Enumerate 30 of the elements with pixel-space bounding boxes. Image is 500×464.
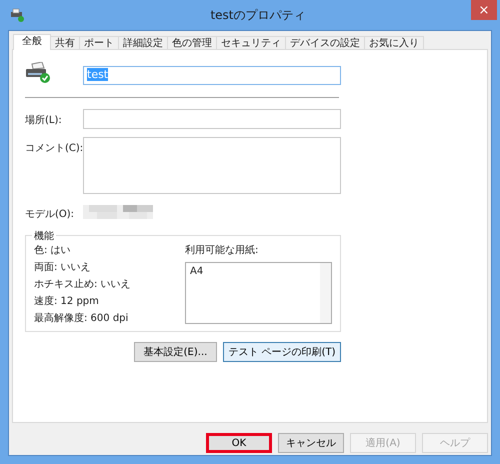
feature-text: 最高解像度: 600 dpi — [34, 313, 130, 325]
tab[interactable]: デバイスの設定 — [285, 36, 365, 50]
tab[interactable]: 詳細設定 — [118, 36, 168, 50]
group-title: 機能 — [32, 229, 56, 243]
dialog-button[interactable]: キャンセル — [278, 433, 344, 453]
comment-label: コメント(C): — [25, 142, 83, 155]
feature-text: 速度: 12 ppm — [34, 296, 100, 308]
feature-text: 色: はい — [34, 245, 72, 257]
dialog-button[interactable]: 基本設定(E)... — [134, 342, 217, 362]
comment-field[interactable] — [83, 137, 341, 194]
feature-text: 両面: いいえ — [34, 262, 92, 274]
printer-icon — [25, 62, 51, 84]
list-item[interactable]: A4 — [190, 266, 316, 278]
tab[interactable]: セキュリティ — [216, 36, 286, 50]
paper-label: 利用可能な用紙: — [185, 245, 260, 257]
paper-list[interactable]: A4 — [185, 262, 332, 324]
location-label: 場所(L): — [25, 114, 63, 127]
model-label: モデル(O): — [25, 208, 76, 221]
dialog-button[interactable]: テスト ページの印刷(T) — [223, 342, 341, 362]
window-title: testのプロパティ — [210, 6, 306, 24]
tab[interactable]: 共有 — [50, 36, 80, 50]
tab[interactable]: ポート — [79, 36, 119, 50]
close-button[interactable]: × — [471, 0, 497, 20]
dialog-button[interactable]: OK — [206, 433, 272, 453]
tab[interactable]: お気に入り — [364, 36, 424, 50]
printer-icon — [10, 8, 24, 22]
feature-text: ホチキス止め: いいえ — [34, 279, 132, 291]
tab[interactable]: 色の管理 — [167, 36, 217, 50]
location-field[interactable] — [83, 109, 341, 129]
tab[interactable]: 全般 — [13, 34, 51, 50]
